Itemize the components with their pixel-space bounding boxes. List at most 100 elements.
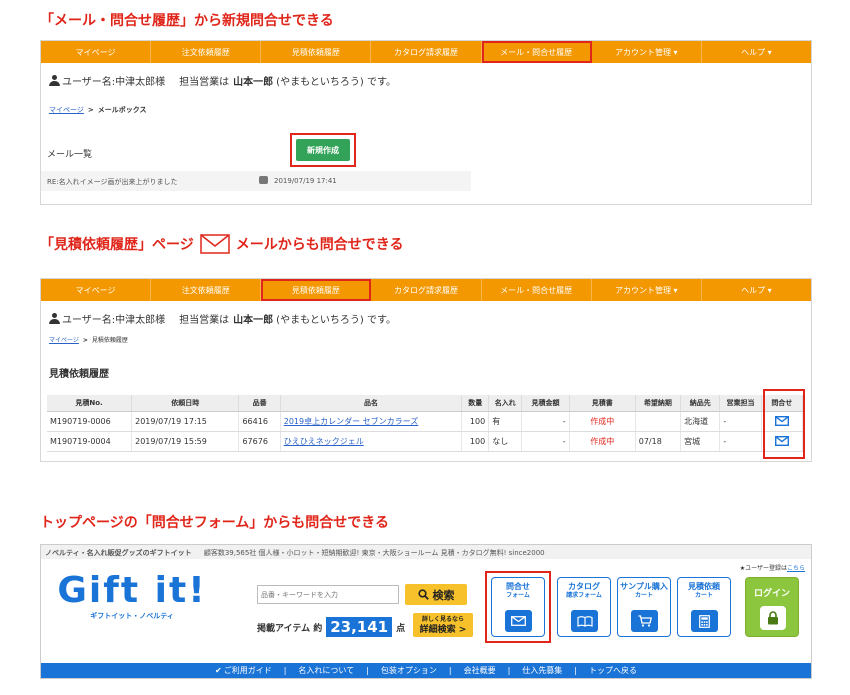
guide-icon: ✔ <box>215 666 222 675</box>
estimate-table: 見積No. 依頼日時 品番 品名 数量 名入れ 見積金額 見積書 希望納期 納品… <box>47 395 804 452</box>
cell-qty: 100 <box>461 431 490 452</box>
cell-estimate-no: M190719-0004 <box>47 431 133 452</box>
col-dest: 納品先 <box>680 395 721 412</box>
cart-icon <box>631 610 658 632</box>
lock-icon <box>760 606 786 630</box>
bottom-nav-top[interactable]: トップへ戻る <box>589 665 637 676</box>
cell-doc: 作成中 <box>569 431 636 452</box>
nav-mail-history[interactable]: メール・問合せ履歴 <box>482 279 592 301</box>
highlight-inquiry-form <box>485 571 551 643</box>
logo-sub: ギフトイット・ノベルティ <box>90 612 174 620</box>
login-button[interactable]: ログイン <box>745 577 799 637</box>
heading-estimate-part2: メールからも問合せできる <box>235 237 404 253</box>
main-nav: マイページ 注文依頼履歴 見積依頼履歴 カタログ請求履歴 メール・問合せ履歴 ア… <box>41 41 811 63</box>
product-link[interactable]: ひえひえネックジェル <box>284 437 364 446</box>
bottom-nav: ✔ ご利用ガイド | 名入れについて | 包装オプション | 会社概要 | 仕入先募集 |… <box>41 663 811 678</box>
nav-estimate-history[interactable]: 見積依頼履歴 <box>261 279 372 301</box>
cell-rep: - <box>719 411 762 432</box>
product-link[interactable]: 2019卓上カレンダー セブンカラーズ <box>284 417 419 426</box>
cell-qty: 100 <box>461 411 490 432</box>
bottom-nav-supplier[interactable]: 仕入先募集 <box>522 665 562 676</box>
col-name: 品名 <box>280 395 463 412</box>
cell-amount: - <box>521 431 570 452</box>
cell-print: なし <box>488 431 523 452</box>
nav-mypage[interactable]: マイページ <box>41 41 152 63</box>
nav-mail-history[interactable]: メール・問合せ履歴 <box>481 41 592 63</box>
user-icon <box>49 74 60 86</box>
detail-search-button[interactable]: 詳しく見るなら 詳細検索 > <box>413 613 473 637</box>
item-count-area: 掲載アイテム 約 23,141 点 <box>257 617 405 637</box>
user-name: ユーザー名:中津太郎様 <box>62 76 166 88</box>
cell-date: 2019/07/19 15:59 <box>131 431 240 452</box>
col-code: 品番 <box>238 395 281 412</box>
nav-catalog-history[interactable]: カタログ請求履歴 <box>371 279 482 301</box>
nav-account[interactable]: アカウント管理 ▾ <box>592 41 702 63</box>
mail-row[interactable]: RE:名入れイメージ画が出来上がりました 2019/07/19 17:41 <box>41 171 471 191</box>
cell-estimate-no: M190719-0006 <box>47 411 133 432</box>
breadcrumb-mypage-link[interactable]: マイページ <box>49 106 84 114</box>
nav-account[interactable]: アカウント管理 ▾ <box>592 279 702 301</box>
bottom-nav-guide[interactable]: ご利用ガイド <box>224 665 272 676</box>
catalog-form-title: カタログ <box>568 582 600 591</box>
estimate-page-title: 見積依頼履歴 <box>49 369 109 380</box>
register-link[interactable]: こちら <box>787 565 805 572</box>
col-amount: 見積金額 <box>521 395 570 412</box>
nav-help[interactable]: ヘルプ ▾ <box>702 279 811 301</box>
estimate-cart-button[interactable]: 見積依頼 カート <box>677 577 731 637</box>
nav-mypage[interactable]: マイページ <box>41 279 152 301</box>
nav-order-history[interactable]: 注文依頼履歴 <box>151 41 262 63</box>
bottom-nav-print[interactable]: 名入れについて <box>298 665 354 676</box>
heading-estimate-history: 「見積依頼履歴」ページ メールからも問合せできる <box>40 234 403 254</box>
rep-prefix: 担当営業は <box>179 314 230 326</box>
breadcrumb-mypage-link[interactable]: マイページ <box>49 337 79 344</box>
stats-text: 顧客数39,565社 個人様・小ロット・短納期歓迎! 東京・大阪ショールーム 見… <box>203 549 545 557</box>
detail-small-text: 詳しく見るなら <box>421 616 464 623</box>
site-logo[interactable]: Gift it! ギフトイット・ノベルティ <box>47 571 217 621</box>
user-name: ユーザー名:中津太郎様 <box>62 314 166 326</box>
user-info: ユーザー名:中津太郎様 担当営業は 山本一郎 (やまもといちろう) です。 <box>41 307 811 329</box>
tag-icon <box>259 176 268 184</box>
nav-catalog-history[interactable]: カタログ請求履歴 <box>371 41 482 63</box>
table-header-row: 見積No. 依頼日時 品番 品名 数量 名入れ 見積金額 見積書 希望納期 納品… <box>47 395 804 412</box>
cell-dest: 宮城 <box>680 431 721 452</box>
cell-dest: 北海道 <box>680 411 721 432</box>
heading-estimate-part1: 「見積依頼履歴」ページ <box>40 237 194 253</box>
sample-cart-title: サンプル購入 <box>620 582 668 591</box>
estimate-cart-title: 見積依頼 <box>688 582 720 591</box>
bottom-nav-company[interactable]: 会社概要 <box>464 665 496 676</box>
sample-cart-button[interactable]: サンプル購入 カート <box>617 577 671 637</box>
col-doc: 見積書 <box>569 395 636 412</box>
search-button-label: 検索 <box>432 588 455 602</box>
breadcrumb-current: メールボックス <box>97 106 147 114</box>
cell-code: 66416 <box>238 411 281 432</box>
cell-print: 有 <box>488 411 523 432</box>
nav-estimate-history[interactable]: 見積依頼履歴 <box>261 41 372 63</box>
mail-subject: RE:名入れイメージ画が出来上がりました <box>47 178 178 186</box>
col-request-date: 依頼日時 <box>131 395 240 412</box>
user-icon <box>49 312 60 324</box>
rep-suffix: (やまもといちろう) です。 <box>276 314 396 326</box>
cell-amount: - <box>521 411 570 432</box>
nav-help[interactable]: ヘルプ ▾ <box>702 41 811 63</box>
bottom-nav-wrapping[interactable]: 包装オプション <box>381 665 437 676</box>
estimate-cart-sub: カート <box>694 592 713 599</box>
col-estimate-no: 見積No. <box>47 395 133 412</box>
mail-icon <box>199 234 230 254</box>
book-icon <box>571 610 598 632</box>
rep-name: 山本一郎 <box>233 314 274 326</box>
cell-deadline: 07/18 <box>635 431 682 452</box>
nav-order-history[interactable]: 注文依頼履歴 <box>151 279 262 301</box>
cell-rep: - <box>719 431 762 452</box>
catalog-form-sub: 請求フォーム <box>566 592 602 599</box>
search-icon <box>417 589 429 600</box>
search-input[interactable] <box>257 585 399 604</box>
mail-date: 2019/07/19 17:41 <box>274 177 337 185</box>
catalog-form-button[interactable]: カタログ 請求フォーム <box>557 577 611 637</box>
user-info: ユーザー名:中津太郎様 担当営業は 山本一郎 (やまもといちろう) です。 <box>41 69 811 91</box>
cell-date: 2019/07/19 17:15 <box>131 411 240 432</box>
top-page-panel: ノベルティ・名入れ販促グッズのギフトイット 顧客数39,565社 個人様・小ロッ… <box>40 544 812 679</box>
items-suffix: 点 <box>396 623 406 634</box>
mailbox-panel: マイページ 注文依頼履歴 見積依頼履歴 カタログ請求履歴 メール・問合せ履歴 ア… <box>40 40 812 205</box>
table-row: M190719-0004 2019/07/19 15:59 67676 ひえひえ… <box>47 431 804 452</box>
search-button[interactable]: 検索 <box>405 584 467 605</box>
